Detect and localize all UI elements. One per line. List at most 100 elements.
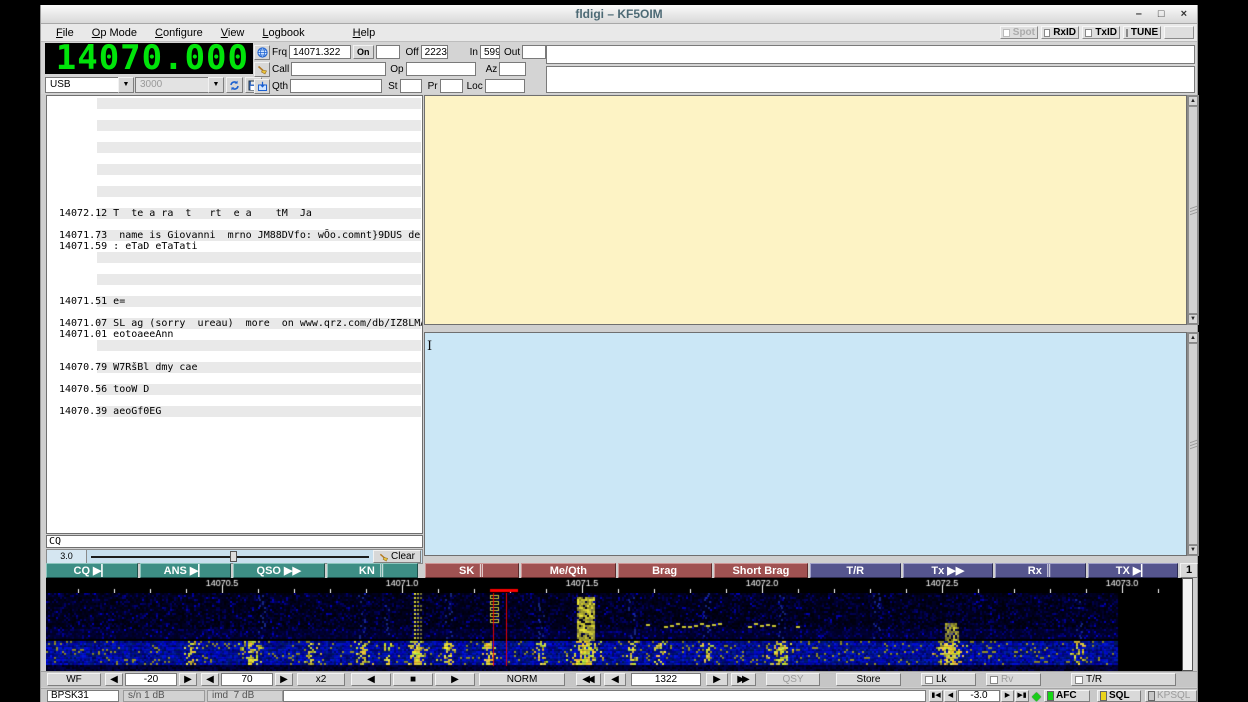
chevron-down-icon[interactable]: ▼ xyxy=(118,77,134,93)
mode-status[interactable]: BPSK31 xyxy=(47,690,119,702)
on-time-field[interactable] xyxy=(376,45,400,59)
chevron-down-icon[interactable]: ▼ xyxy=(208,77,224,93)
scroll-down-icon[interactable]: ▼ xyxy=(1188,314,1198,324)
macro-sk-button[interactable]: SK ║ xyxy=(425,563,519,578)
az-field[interactable] xyxy=(499,62,526,76)
transmit-receive-toggle[interactable]: T/R xyxy=(1071,673,1176,686)
macro-tx-button[interactable]: TX ▶▏ xyxy=(1088,563,1179,578)
menu-help[interactable]: Help xyxy=(344,26,385,40)
macro-short-button[interactable]: Short Brag xyxy=(714,563,808,578)
titlebar[interactable]: fldigi – KF5OIM – □ × xyxy=(41,5,1197,24)
sync-icon[interactable] xyxy=(226,77,243,93)
spot-toggle[interactable]: Spot xyxy=(1000,26,1038,39)
offset-down-button[interactable]: ◀ xyxy=(944,690,957,702)
signal-level-field[interactable]: -20 xyxy=(125,673,177,686)
notes-field-2[interactable] xyxy=(546,66,1195,93)
slider-handle[interactable] xyxy=(230,551,237,562)
scroll-down-icon[interactable]: ▼ xyxy=(1188,545,1198,555)
signal-range-up-button[interactable]: ▶ xyxy=(275,673,293,686)
mode-select[interactable]: USB ▼ xyxy=(45,77,134,93)
st-label: St xyxy=(388,81,397,92)
macro-ans-button[interactable]: ANS ▶▏ xyxy=(140,563,232,578)
rst-in-field[interactable]: 599 xyxy=(480,45,500,59)
kpsql-toggle[interactable]: KPSQL xyxy=(1145,690,1197,702)
qth-field[interactable] xyxy=(290,79,382,93)
reverse-toggle[interactable]: Rv xyxy=(986,673,1041,686)
wf-magnification-button[interactable]: x2 xyxy=(297,673,345,686)
sql-toggle[interactable]: SQL xyxy=(1097,690,1141,702)
lock-toggle[interactable]: Lk xyxy=(921,673,976,686)
frq-field[interactable]: 14071.322 xyxy=(289,45,351,59)
blank-button[interactable] xyxy=(1164,26,1194,39)
op-field[interactable] xyxy=(406,62,476,76)
macro-cq-button[interactable]: CQ ▶▏ xyxy=(46,563,138,578)
globe-icon[interactable] xyxy=(254,45,270,60)
macro-t-r-button[interactable]: T/R xyxy=(810,563,901,578)
offset-up-button[interactable]: ▶ xyxy=(1001,690,1014,702)
pr-label: Pr xyxy=(428,81,438,92)
st-field[interactable] xyxy=(400,79,422,93)
scroll-up-icon[interactable]: ▲ xyxy=(1188,333,1198,343)
macro-me-qth-button[interactable]: Me/Qth xyxy=(521,563,615,578)
wf-scroll-right-button[interactable]: ▶ xyxy=(435,673,475,686)
on-time-button[interactable]: On xyxy=(353,45,374,59)
carrier-down-button[interactable]: ◀ xyxy=(604,673,626,686)
frequency-display[interactable]: 14070.000 xyxy=(45,43,253,74)
rx-text-pane[interactable]: 14072.12 T te a ra t rt e a tM Ja14071.7… xyxy=(46,95,423,534)
macro-kn-button[interactable]: KN ║ xyxy=(327,563,419,578)
status-message-field[interactable] xyxy=(283,690,926,702)
rst-out-field[interactable] xyxy=(522,45,546,59)
loc-field[interactable] xyxy=(485,79,525,93)
off-time-field[interactable]: 2223 xyxy=(421,45,448,59)
frequency-offset-field[interactable]: -3.0 xyxy=(958,690,1000,702)
waterfall[interactable] xyxy=(46,578,1193,671)
macro-rx-button[interactable]: Rx ║ xyxy=(995,563,1086,578)
signal-level-up-button[interactable]: ▶ xyxy=(179,673,197,686)
wf-scroll-left-button[interactable]: ◀ xyxy=(351,673,391,686)
wf-mode-button[interactable]: WF xyxy=(47,673,101,686)
macro-tx-button[interactable]: Tx ▶▶ xyxy=(903,563,994,578)
waterfall-slider[interactable] xyxy=(1182,578,1193,671)
macro-qso-button[interactable]: QSO ▶▶ xyxy=(233,563,325,578)
qsy-button[interactable]: QSY xyxy=(766,673,820,686)
bandwidth-select[interactable]: 3000 ▼ xyxy=(135,77,224,93)
signal-level-down-button[interactable]: ◀ xyxy=(105,673,123,686)
rx-panel[interactable] xyxy=(424,95,1187,325)
afc-toggle[interactable]: AFC xyxy=(1044,690,1090,702)
wf-speed-button[interactable]: NORM xyxy=(479,673,565,686)
carrier-down-fast-button[interactable]: ◀◀ xyxy=(576,673,601,686)
menu-logbook[interactable]: Logbook xyxy=(253,26,313,40)
tx-panel[interactable]: I xyxy=(424,332,1187,556)
offset-min-button[interactable]: ▮◀ xyxy=(929,690,943,702)
wf-center-button[interactable]: ■ xyxy=(393,673,433,686)
macro-page-button[interactable]: 1 xyxy=(1180,563,1198,578)
tx-entry-line[interactable]: CQ xyxy=(46,535,423,548)
signal-indicator[interactable]: ◆ xyxy=(1030,690,1043,702)
tx-panel-scrollbar[interactable]: ▲ ▼ xyxy=(1187,332,1199,556)
offset-max-button[interactable]: ▶▮ xyxy=(1015,690,1029,702)
waterfall-scale[interactable] xyxy=(46,578,1181,593)
audio-carrier-field[interactable]: 1322 xyxy=(631,673,701,686)
rxid-toggle[interactable]: RxID xyxy=(1041,26,1079,39)
rx-panel-scrollbar[interactable]: ▲ ▼ xyxy=(1187,95,1199,325)
call-field[interactable] xyxy=(291,62,386,76)
minimize-icon[interactable]: – xyxy=(1136,8,1142,20)
carrier-up-button[interactable]: ▶ xyxy=(706,673,728,686)
tune-button[interactable]: TUNE xyxy=(1123,26,1161,39)
signal-range-down-button[interactable]: ◀ xyxy=(201,673,219,686)
macro-brag-button[interactable]: Brag xyxy=(618,563,712,578)
scroll-up-icon[interactable]: ▲ xyxy=(1188,96,1198,106)
import-icon[interactable] xyxy=(254,79,270,94)
txid-toggle[interactable]: TxID xyxy=(1082,26,1120,39)
notes-field-1[interactable] xyxy=(546,45,1195,64)
pr-field[interactable] xyxy=(440,79,463,93)
clear-fields-icon[interactable] xyxy=(254,62,270,77)
waterfall-display[interactable] xyxy=(46,593,1181,671)
close-icon[interactable]: × xyxy=(1181,8,1187,20)
signal-range-field[interactable]: 70 xyxy=(221,673,273,686)
carrier-up-fast-button[interactable]: ▶▶ xyxy=(731,673,756,686)
store-button[interactable]: Store xyxy=(836,673,901,686)
squelch-slider[interactable] xyxy=(87,550,373,563)
maximize-icon[interactable]: □ xyxy=(1158,8,1165,20)
clear-button[interactable]: Clear xyxy=(373,550,421,563)
